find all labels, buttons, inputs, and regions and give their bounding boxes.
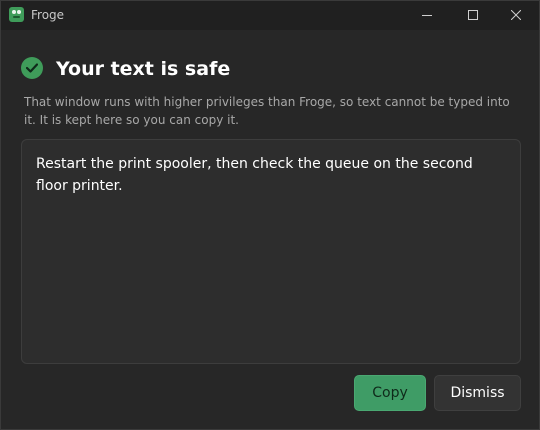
minimize-button[interactable] <box>404 1 450 30</box>
maximize-icon <box>468 10 478 20</box>
dialog-heading: Your text is safe <box>56 58 231 80</box>
check-circle-icon <box>21 57 43 79</box>
saved-text-area[interactable]: Restart the print spooler, then check th… <box>21 139 521 364</box>
title-bar: Froge <box>1 1 539 30</box>
frog-icon <box>9 7 24 22</box>
minimize-icon <box>422 15 432 16</box>
dismiss-button[interactable]: Dismiss <box>434 375 521 411</box>
maximize-button[interactable] <box>450 1 496 30</box>
dialog-description: That window runs with higher privileges … <box>24 95 510 127</box>
copy-button[interactable]: Copy <box>354 375 426 411</box>
dialog-window: Froge Your text is safe That window runs… <box>0 0 540 430</box>
app-title: Froge <box>31 8 65 22</box>
close-button[interactable] <box>493 1 539 30</box>
close-icon <box>511 10 521 20</box>
